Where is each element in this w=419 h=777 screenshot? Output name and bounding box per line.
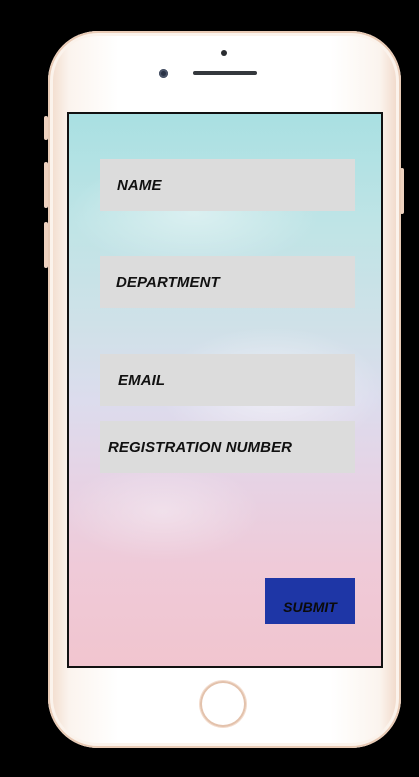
registration-number-placeholder: REGISTRATION NUMBER	[108, 438, 293, 456]
name-field[interactable]: NAME	[100, 159, 355, 211]
email-field[interactable]: EMAIL	[100, 354, 355, 406]
app-screen: NAME DEPARTMENT EMAIL REGISTRATION NUMBE…	[67, 112, 383, 668]
department-field[interactable]: DEPARTMENT	[100, 256, 355, 308]
submit-button[interactable]: SUBMIT	[265, 578, 355, 624]
camera-icon	[159, 69, 168, 78]
earpiece-speaker	[193, 71, 257, 75]
proximity-sensor	[221, 50, 227, 56]
home-button[interactable]	[200, 681, 246, 727]
registration-number-field[interactable]: REGISTRATION NUMBER	[100, 421, 355, 473]
email-field-placeholder: EMAIL	[118, 371, 166, 389]
stage: NAME DEPARTMENT EMAIL REGISTRATION NUMBE…	[0, 0, 419, 777]
department-field-placeholder: DEPARTMENT	[116, 273, 220, 291]
name-field-placeholder: NAME	[117, 176, 162, 194]
submit-button-label: SUBMIT	[283, 599, 337, 615]
